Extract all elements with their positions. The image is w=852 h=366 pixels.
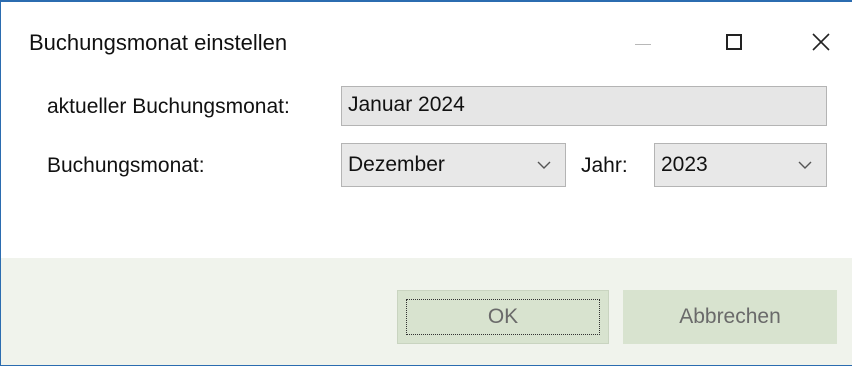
year-select-value: 2023 <box>661 153 708 176</box>
month-select-value: Dezember <box>348 153 445 176</box>
month-select[interactable]: Dezember <box>341 143 566 187</box>
close-button[interactable] <box>791 20 851 64</box>
year-select[interactable]: 2023 <box>654 143 827 187</box>
close-icon <box>812 33 830 51</box>
ok-button[interactable]: OK <box>397 290 609 344</box>
current-month-label: aktueller Buchungsmonat: <box>47 95 290 118</box>
year-label: Jahr: <box>581 154 628 177</box>
minimize-button[interactable] <box>613 20 673 64</box>
window-title: Buchungsmonat einstellen <box>29 30 288 55</box>
maximize-icon <box>726 34 742 50</box>
month-label: Buchungsmonat: <box>47 154 205 177</box>
dialog-window: Buchungsmonat einstellen aktueller Buchu… <box>0 0 852 366</box>
cancel-button-label: Abbrechen <box>679 305 781 328</box>
cancel-button[interactable]: Abbrechen <box>623 290 837 344</box>
focus-rectangle <box>406 299 600 335</box>
maximize-button[interactable] <box>704 20 764 64</box>
chevron-down-icon <box>798 161 812 169</box>
minimize-icon <box>635 43 651 45</box>
chevron-down-icon <box>537 161 551 169</box>
current-month-value: Januar 2024 <box>348 93 465 116</box>
title-bar[interactable]: Buchungsmonat einstellen <box>1 2 852 82</box>
current-month-field: Januar 2024 <box>341 86 827 126</box>
